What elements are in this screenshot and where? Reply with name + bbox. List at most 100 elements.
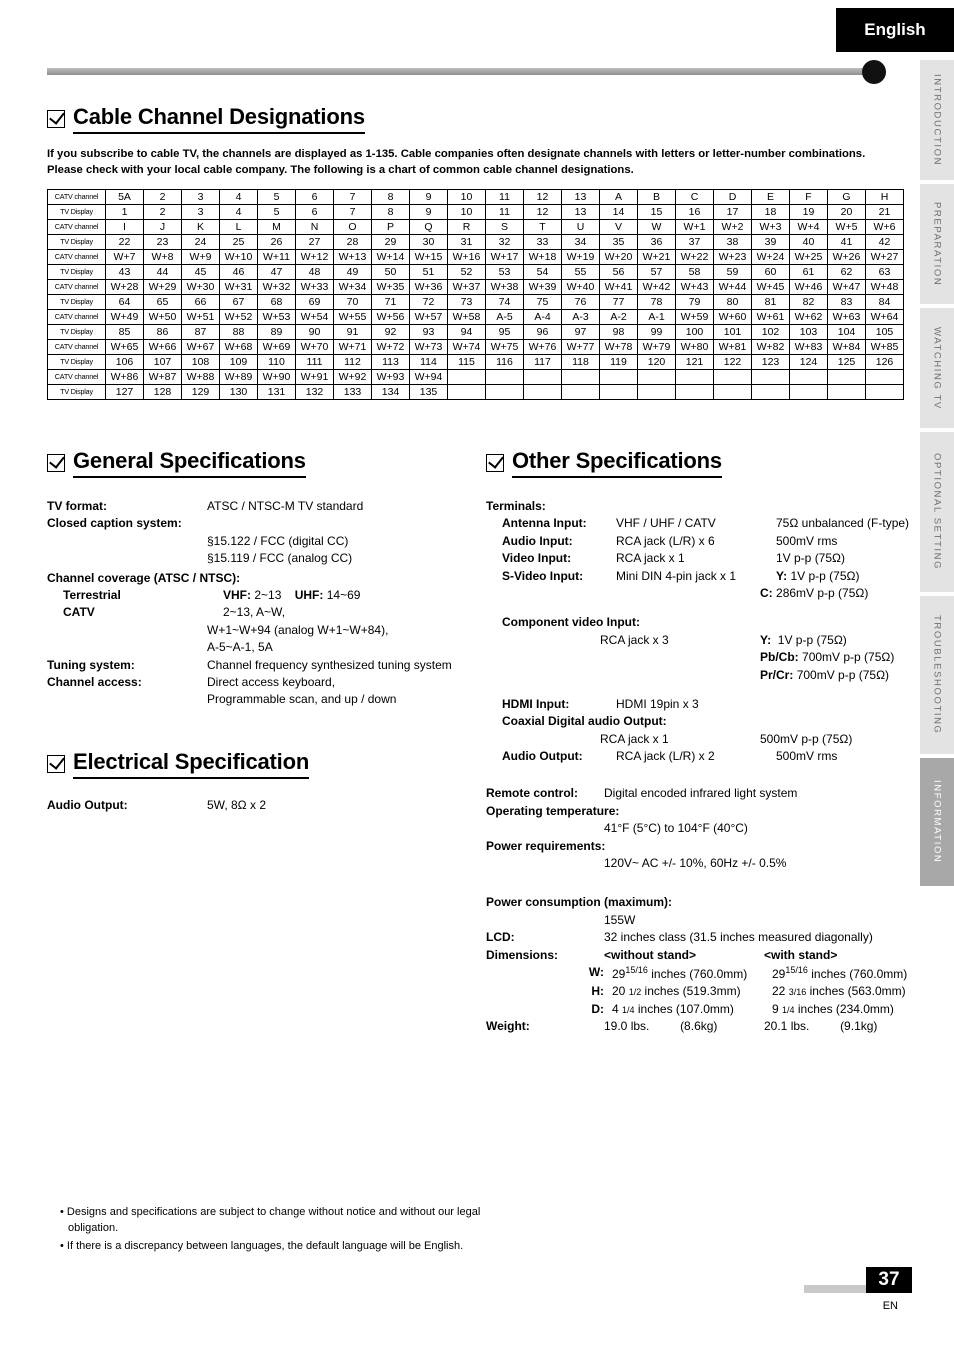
table-cell: 122 — [713, 353, 752, 370]
table-cell: 34 — [561, 233, 600, 250]
table-cell: 54 — [523, 263, 562, 280]
table-cell: 4 — [219, 188, 258, 205]
catv-line3: A-5~A-1, 5A — [207, 640, 273, 655]
side-navigation-rail: English INTRODUCTION PREPARATION WATCHIN… — [836, 0, 954, 1348]
footer-grey-strip — [804, 1285, 866, 1293]
table-cell: W+74 — [447, 338, 486, 355]
audio-input-spec: 500mV rms — [776, 533, 838, 548]
row-label-tv: TV Display — [47, 293, 106, 310]
table-cell: W+51 — [181, 308, 220, 325]
table-cell: 15 — [637, 203, 676, 220]
table-cell: 67 — [219, 293, 258, 310]
table-cell: W+45 — [751, 278, 790, 295]
rail-item-introduction[interactable]: INTRODUCTION — [920, 60, 954, 180]
rail-item-label: INFORMATION — [931, 780, 943, 864]
table-cell: 82 — [789, 293, 828, 310]
table-cell: 102 — [751, 323, 790, 340]
d-without-rest: inches (107.0mm) — [634, 1001, 734, 1016]
table-cell: D — [713, 188, 752, 205]
table-cell: W+64 — [865, 308, 904, 325]
table-row: CATV channel W+86 W+87 W+88 W+89 W+90 W+91 W+92… — [47, 368, 904, 385]
dimensions-row: Dimensions: <without stand> <with stand> — [486, 947, 916, 964]
table-cell: Q — [409, 218, 448, 235]
weight-without-kg: (8.6kg) — [680, 1019, 718, 1034]
audio-input-label: Audio Input: — [502, 533, 573, 548]
rail-item-information[interactable]: INFORMATION — [920, 758, 954, 886]
electrical-audio-output-row: Audio Output: 5W, 8Ω x 2 — [47, 797, 467, 814]
table-cell: W+10 — [219, 248, 258, 265]
table-cell: W+59 — [675, 308, 714, 325]
row-label-tv: TV Display — [47, 323, 106, 340]
table-cell: W+43 — [675, 278, 714, 295]
table-cell: W+60 — [713, 308, 752, 325]
h-with-frac: 3/16 — [788, 987, 807, 998]
table-cell: 18 — [751, 203, 790, 220]
dimension-h-key: H: — [591, 984, 604, 999]
table-cell: 22 — [105, 233, 144, 250]
rail-item-label: WATCHING TV — [931, 326, 943, 410]
table-cell: W+25 — [789, 248, 828, 265]
power-requirements-value: 120V~ AC +/- 10%, 60Hz +/- 0.5% — [604, 856, 787, 871]
with-stand-header: <with stand> — [764, 947, 838, 962]
table-cell: W+66 — [143, 338, 182, 355]
electrical-audio-output-label: Audio Output: — [47, 797, 128, 812]
table-cell: 4 — [219, 203, 258, 220]
table-cell: 21 — [865, 203, 904, 220]
power-consumption-value-row: 155W — [486, 912, 916, 929]
rail-item-watching-tv[interactable]: WATCHING TV — [920, 308, 954, 428]
table-cell: C — [675, 188, 714, 205]
w-without-frac: 15/16 — [625, 964, 648, 975]
row-label-catv: CATV channel — [47, 278, 106, 295]
tv-format-label: TV format: — [47, 499, 107, 513]
table-cell: 61 — [789, 263, 828, 280]
rail-item-optional-setting[interactable]: OPTIONAL SETTING — [920, 432, 954, 592]
table-cell: 108 — [181, 353, 220, 370]
catv-line2-row: W+1~W+94 (analog W+1~W+84), — [47, 622, 467, 639]
coaxial-output-value: RCA jack x 1 — [600, 731, 669, 746]
lcd-label: LCD: — [486, 930, 515, 945]
remote-control-row: Remote control: Digital encoded infrared… — [486, 785, 916, 802]
table-cell: 90 — [295, 323, 334, 340]
terminals-label: Terminals: — [486, 499, 546, 513]
terrestrial-vhf-value: 2~13 — [254, 587, 282, 602]
table-cell: 30 — [409, 233, 448, 250]
table-cell: 63 — [865, 263, 904, 280]
catv-line3-row: A-5~A-1, 5A — [47, 639, 467, 656]
tv-format-value: ATSC / NTSC-M TV standard — [207, 499, 364, 513]
table-cell: 101 — [713, 323, 752, 340]
operating-temp-row: Operating temperature: — [486, 803, 916, 820]
component-input-value: RCA jack x 3 — [600, 632, 669, 647]
table-cell: W+4 — [789, 218, 828, 235]
table-cell: 133 — [333, 383, 372, 400]
antenna-input-row: Antenna Input: VHF / UHF / CATV 75Ω unba… — [486, 515, 916, 532]
rail-item-troubleshooting[interactable]: TROUBLESHOOTING — [920, 596, 954, 754]
table-cell: 76 — [561, 293, 600, 310]
lcd-row: LCD: 32 inches class (31.5 inches measur… — [486, 929, 916, 946]
section-title: General Specifications — [73, 448, 306, 478]
table-cell: W+39 — [523, 278, 562, 295]
table-cell: 115 — [447, 353, 486, 370]
table-cell: 11 — [485, 203, 524, 220]
table-cell — [561, 368, 600, 385]
table-row: CATV channel I J K L M N O P Q R S T U V W W+1 W+2 W+3 W+4 W… — [47, 218, 904, 235]
table-cell: W+58 — [447, 308, 486, 325]
table-cell: W+8 — [143, 248, 182, 265]
tv-format-row: TV format: ATSC / NTSC-M TV standard — [47, 498, 467, 515]
table-cell: A-3 — [561, 308, 600, 325]
svideo-c-key: C: — [760, 585, 773, 600]
table-cell: 53 — [485, 263, 524, 280]
table-cell: W+23 — [713, 248, 752, 265]
table-cell: W+75 — [485, 338, 524, 355]
table-cell: 44 — [143, 263, 182, 280]
language-tab: English — [836, 8, 954, 52]
table-cell: 14 — [599, 203, 638, 220]
table-cell: 24 — [181, 233, 220, 250]
table-cell: W+5 — [827, 218, 866, 235]
table-cell: R — [447, 218, 486, 235]
table-cell: 129 — [181, 383, 220, 400]
table-cell: 64 — [105, 293, 144, 310]
table-cell: 71 — [371, 293, 410, 310]
rail-item-preparation[interactable]: PREPARATION — [920, 184, 954, 304]
table-cell: W+26 — [827, 248, 866, 265]
antenna-input-spec: 75Ω unbalanced (F-type) — [776, 516, 910, 531]
